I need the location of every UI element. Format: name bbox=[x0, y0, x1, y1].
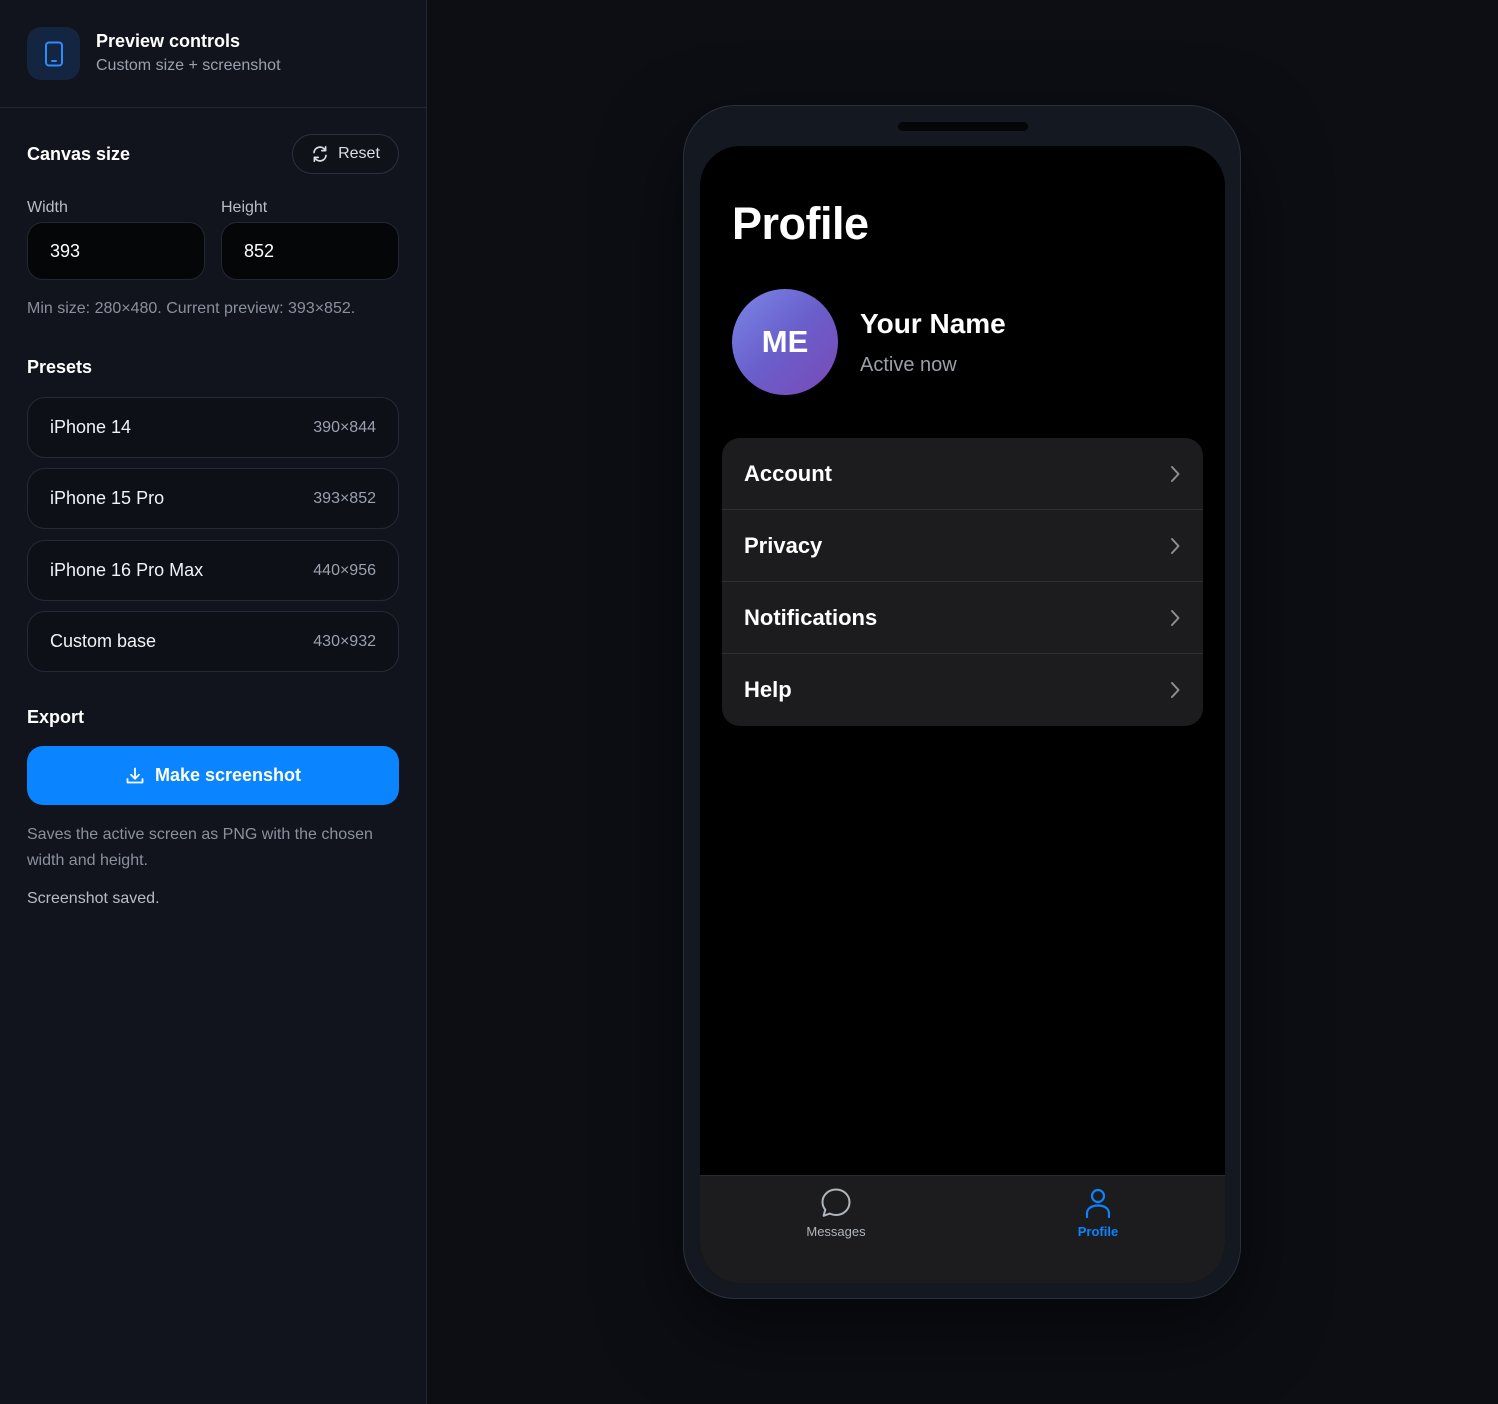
menu-item-label: Privacy bbox=[744, 532, 823, 558]
avatar[interactable]: ME bbox=[732, 289, 838, 395]
refresh-icon bbox=[311, 145, 329, 163]
phone-notch bbox=[898, 122, 1028, 131]
user-status: Active now bbox=[860, 354, 957, 376]
phone-screen: Profile ME Your Name Active now Account … bbox=[700, 146, 1225, 1283]
sidebar-subtitle: Custom size + screenshot bbox=[96, 57, 281, 74]
preset-iphone-14[interactable]: iPhone 14 390×844 bbox=[27, 397, 399, 458]
chevron-right-icon bbox=[1169, 609, 1181, 627]
size-hint: Min size: 280×480. Current preview: 393×… bbox=[27, 300, 356, 317]
width-label: Width bbox=[27, 199, 68, 216]
tab-profile[interactable]: Profile bbox=[1028, 1186, 1168, 1239]
chevron-right-icon bbox=[1169, 537, 1181, 555]
user-name: Your Name bbox=[860, 308, 1006, 339]
sidebar-title: Preview controls bbox=[96, 31, 241, 51]
sidebar-header: Preview controls Custom size + screensho… bbox=[0, 0, 426, 108]
chevron-right-icon bbox=[1169, 681, 1181, 699]
avatar-initials: ME bbox=[761, 324, 809, 359]
menu-item-privacy[interactable]: Privacy bbox=[722, 510, 1203, 582]
chevron-right-icon bbox=[1169, 465, 1181, 483]
page-title: Profile bbox=[732, 198, 869, 249]
width-input[interactable] bbox=[27, 222, 205, 280]
menu-item-label: Notifications bbox=[744, 604, 878, 630]
phone-icon bbox=[27, 27, 80, 80]
download-icon bbox=[125, 766, 145, 786]
menu-item-label: Help bbox=[744, 677, 792, 702]
menu-item-account[interactable]: Account bbox=[722, 438, 1203, 510]
preset-name: iPhone 16 Pro Max bbox=[50, 560, 204, 580]
make-screenshot-button[interactable]: Make screenshot bbox=[27, 746, 399, 805]
export-title: Export bbox=[27, 707, 85, 727]
presets-title: Presets bbox=[27, 357, 93, 377]
status-message: Screenshot saved. bbox=[27, 890, 160, 907]
preset-name: iPhone 14 bbox=[50, 417, 132, 437]
menu-item-notifications[interactable]: Notifications bbox=[722, 582, 1203, 654]
height-input[interactable] bbox=[221, 222, 399, 280]
preset-iphone-16-pro-max[interactable]: iPhone 16 Pro Max 440×956 bbox=[27, 540, 399, 601]
settings-menu: Account Privacy Notifications Help bbox=[722, 438, 1203, 726]
preset-size: 390×844 bbox=[313, 418, 376, 436]
preset-name: Custom base bbox=[50, 631, 157, 651]
menu-item-label: Account bbox=[744, 460, 832, 486]
chat-bubble-icon bbox=[819, 1186, 853, 1220]
preset-size: 393×852 bbox=[313, 489, 376, 507]
canvas-size-title: Canvas size bbox=[27, 144, 131, 164]
tab-bar: Messages Profile bbox=[700, 1175, 1225, 1283]
tab-messages[interactable]: Messages bbox=[766, 1186, 906, 1239]
reset-label: Reset bbox=[338, 145, 380, 162]
person-icon bbox=[1081, 1186, 1115, 1220]
preset-iphone-15-pro[interactable]: iPhone 15 Pro 393×852 bbox=[27, 468, 399, 529]
tab-label: Profile bbox=[1077, 1224, 1119, 1239]
phone-frame: Profile ME Your Name Active now Account … bbox=[683, 105, 1241, 1299]
make-screenshot-label: Make screenshot bbox=[154, 765, 302, 785]
menu-item-help[interactable]: Help bbox=[722, 654, 1203, 726]
sidebar: Preview controls Custom size + screensho… bbox=[0, 0, 427, 1404]
tab-label: Messages bbox=[806, 1224, 866, 1239]
preset-name: iPhone 15 Pro bbox=[50, 488, 165, 508]
preset-custom-base[interactable]: Custom base 430×932 bbox=[27, 611, 399, 672]
height-label: Height bbox=[221, 199, 268, 216]
preset-size: 440×956 bbox=[313, 561, 376, 579]
reset-button[interactable]: Reset bbox=[292, 134, 399, 174]
export-note: Saves the active screen as PNG with the … bbox=[27, 826, 373, 869]
preset-size: 430×932 bbox=[313, 632, 376, 650]
